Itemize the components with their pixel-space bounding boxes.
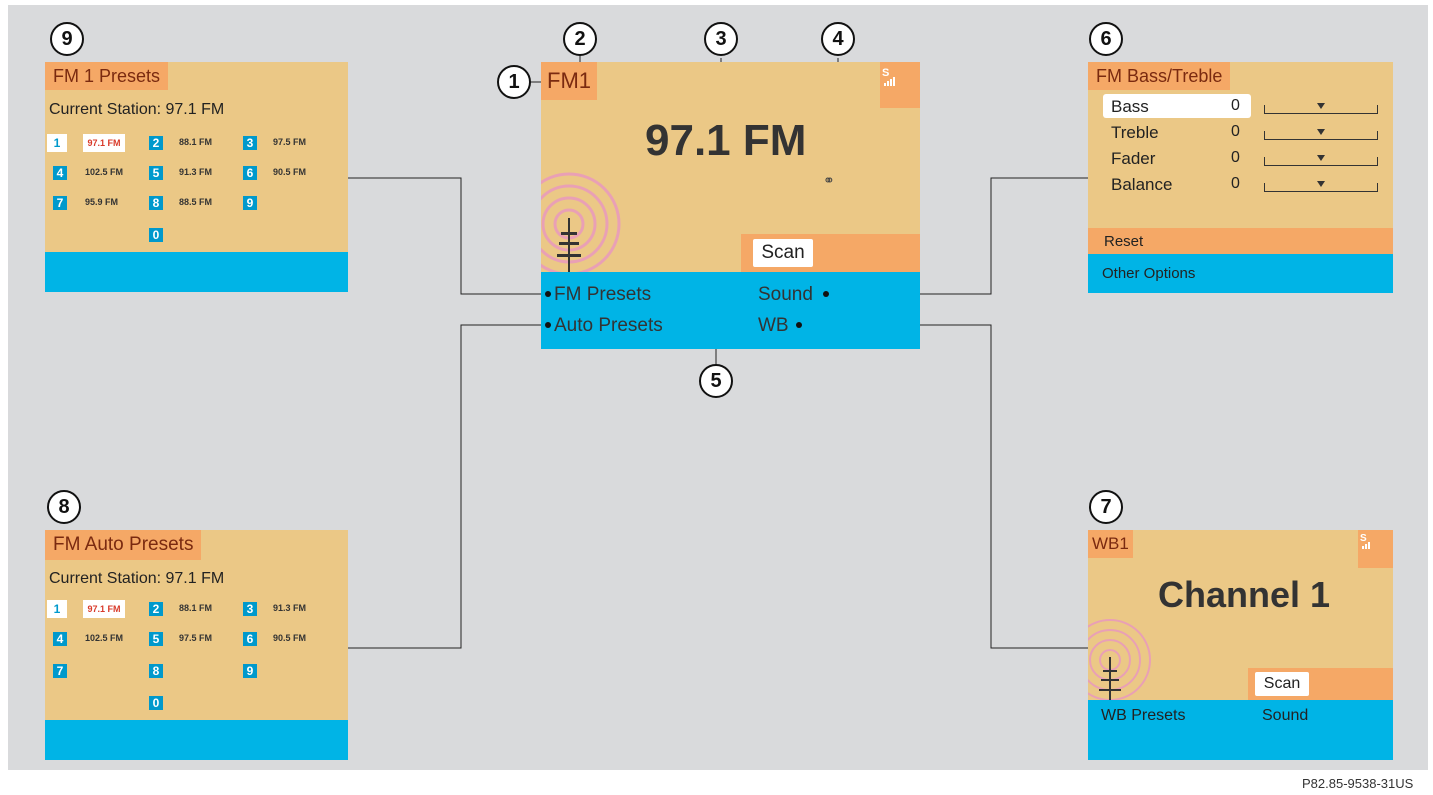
callout-1: 1 bbox=[497, 65, 531, 99]
preset-number[interactable]: 6 bbox=[243, 166, 257, 180]
frequency-display: 97.1 FM bbox=[645, 116, 807, 165]
preset-number[interactable]: 9 bbox=[243, 664, 257, 678]
broadcast-tower-icon bbox=[541, 172, 621, 272]
fm-auto-presets-screen: FM Auto Presets Current Station: 97.1 FM… bbox=[45, 530, 348, 720]
fm1-presets-screen: FM 1 Presets Current Station: 97.1 FM 19… bbox=[45, 62, 348, 252]
eq-slider[interactable] bbox=[1264, 103, 1378, 114]
preset-number[interactable]: 2 bbox=[149, 136, 163, 150]
preset-station[interactable]: 102.5 FM bbox=[85, 633, 123, 643]
fm1-presets-menu-bar bbox=[45, 252, 348, 292]
preset-number[interactable]: 8 bbox=[149, 196, 163, 210]
scan-button[interactable]: Scan bbox=[1255, 672, 1309, 696]
preset-number[interactable]: 5 bbox=[149, 632, 163, 646]
callout-9: 9 bbox=[50, 22, 84, 56]
band-label: FM1 bbox=[541, 62, 597, 100]
wb-menu-item[interactable]: WB bbox=[758, 315, 789, 337]
callout-8: 8 bbox=[47, 490, 81, 524]
preset-station[interactable]: 91.3 FM bbox=[179, 167, 212, 177]
preset-number[interactable]: 1 bbox=[47, 600, 67, 618]
stereo-icon: ⚭ bbox=[823, 172, 835, 188]
preset-station[interactable]: 97.1 FM bbox=[83, 134, 125, 152]
fm1-presets-title: FM 1 Presets bbox=[45, 62, 169, 90]
sound-menu-item[interactable]: Sound bbox=[758, 284, 813, 306]
fm-presets-dot bbox=[545, 291, 551, 297]
preset-number[interactable]: 7 bbox=[53, 196, 67, 210]
eq-value: 0 bbox=[1231, 123, 1240, 140]
wb-screen: WB1 S Channel 1 Scan bbox=[1088, 530, 1393, 700]
preset-station[interactable]: 88.1 FM bbox=[179, 603, 212, 613]
preset-number[interactable]: 6 bbox=[243, 632, 257, 646]
bass-treble-screen: FM Bass/Treble Bass 0 Treble 0 Fader 0 Balance… bbox=[1088, 62, 1393, 228]
preset-number[interactable]: 2 bbox=[149, 602, 163, 616]
eq-label: Fader bbox=[1111, 149, 1156, 168]
reset-label: Reset bbox=[1104, 233, 1144, 250]
preset-number[interactable]: 3 bbox=[243, 602, 257, 616]
preset-station[interactable]: 90.5 FM bbox=[273, 633, 306, 643]
preset-number[interactable]: 7 bbox=[53, 664, 67, 678]
preset-number[interactable]: 5 bbox=[149, 166, 163, 180]
preset-number[interactable]: 0 bbox=[149, 228, 163, 242]
preset-station[interactable]: 97.5 FM bbox=[273, 137, 306, 147]
current-station: Current Station: 97.1 FM bbox=[49, 101, 225, 118]
eq-label: Treble bbox=[1111, 123, 1159, 142]
bass-treble-title: FM Bass/Treble bbox=[1088, 62, 1231, 90]
preset-number[interactable]: 8 bbox=[149, 664, 163, 678]
wb-band-label: WB1 bbox=[1088, 530, 1133, 558]
preset-number[interactable]: 4 bbox=[53, 166, 67, 180]
preset-station[interactable]: 97.1 FM bbox=[83, 600, 125, 618]
preset-station[interactable]: 95.9 FM bbox=[85, 197, 118, 207]
callout-5: 5 bbox=[699, 364, 733, 398]
eq-slider[interactable] bbox=[1264, 181, 1378, 192]
wb-presets-menu-item[interactable]: WB Presets bbox=[1101, 707, 1185, 725]
preset-station[interactable]: 91.3 FM bbox=[273, 603, 306, 613]
callout-7: 7 bbox=[1089, 490, 1123, 524]
preset-station[interactable]: 102.5 FM bbox=[85, 167, 123, 177]
signal-indicator: S bbox=[1358, 530, 1393, 568]
channel-display: Channel 1 bbox=[1158, 574, 1331, 615]
callout-2: 2 bbox=[563, 22, 597, 56]
signal-indicator: S bbox=[880, 62, 920, 108]
signal-strength-icon bbox=[1362, 541, 1372, 549]
callout-3: 3 bbox=[704, 22, 738, 56]
preset-number[interactable]: 4 bbox=[53, 632, 67, 646]
preset-station[interactable]: 88.5 FM bbox=[179, 197, 212, 207]
broadcast-tower-icon bbox=[1088, 619, 1151, 700]
signal-strength-icon bbox=[884, 76, 896, 86]
preset-number[interactable]: 9 bbox=[243, 196, 257, 210]
wb-dot bbox=[796, 322, 802, 328]
eq-slider[interactable] bbox=[1264, 129, 1378, 140]
main-radio-screen: FM1 S 97.1 FM ⚭ Scan bbox=[541, 62, 920, 272]
slider-marker-icon[interactable] bbox=[1317, 181, 1325, 187]
scan-button[interactable]: Scan bbox=[753, 239, 813, 267]
eq-value: 0 bbox=[1231, 175, 1240, 192]
auto-presets-dot bbox=[545, 322, 551, 328]
eq-value: 0 bbox=[1231, 149, 1240, 166]
callout-6: 6 bbox=[1089, 22, 1123, 56]
auto-presets-menu-item[interactable]: Auto Presets bbox=[554, 315, 663, 337]
sound-dot bbox=[823, 291, 829, 297]
fm-auto-presets-title: FM Auto Presets bbox=[45, 530, 202, 560]
other-options-menu-item[interactable]: Other Options bbox=[1102, 265, 1195, 282]
eq-label: Bass bbox=[1111, 97, 1149, 116]
wb-sound-menu-item[interactable]: Sound bbox=[1262, 707, 1308, 725]
preset-number[interactable]: 0 bbox=[149, 696, 163, 710]
preset-station[interactable]: 97.5 FM bbox=[179, 633, 212, 643]
preset-station[interactable]: 90.5 FM bbox=[273, 167, 306, 177]
callout-4: 4 bbox=[821, 22, 855, 56]
fm-auto-presets-menu-bar bbox=[45, 720, 348, 760]
preset-number[interactable]: 3 bbox=[243, 136, 257, 150]
eq-slider[interactable] bbox=[1264, 155, 1378, 166]
fm-presets-menu-item[interactable]: FM Presets bbox=[554, 284, 651, 306]
preset-station[interactable]: 88.1 FM bbox=[179, 137, 212, 147]
slider-marker-icon[interactable] bbox=[1317, 155, 1325, 161]
figure-code: P82.85-9538-31US bbox=[1302, 776, 1414, 791]
preset-number[interactable]: 1 bbox=[47, 134, 67, 152]
current-station: Current Station: 97.1 FM bbox=[49, 570, 225, 587]
slider-marker-icon[interactable] bbox=[1317, 103, 1325, 109]
eq-value: 0 bbox=[1231, 97, 1240, 114]
slider-marker-icon[interactable] bbox=[1317, 129, 1325, 135]
eq-label: Balance bbox=[1111, 175, 1173, 194]
